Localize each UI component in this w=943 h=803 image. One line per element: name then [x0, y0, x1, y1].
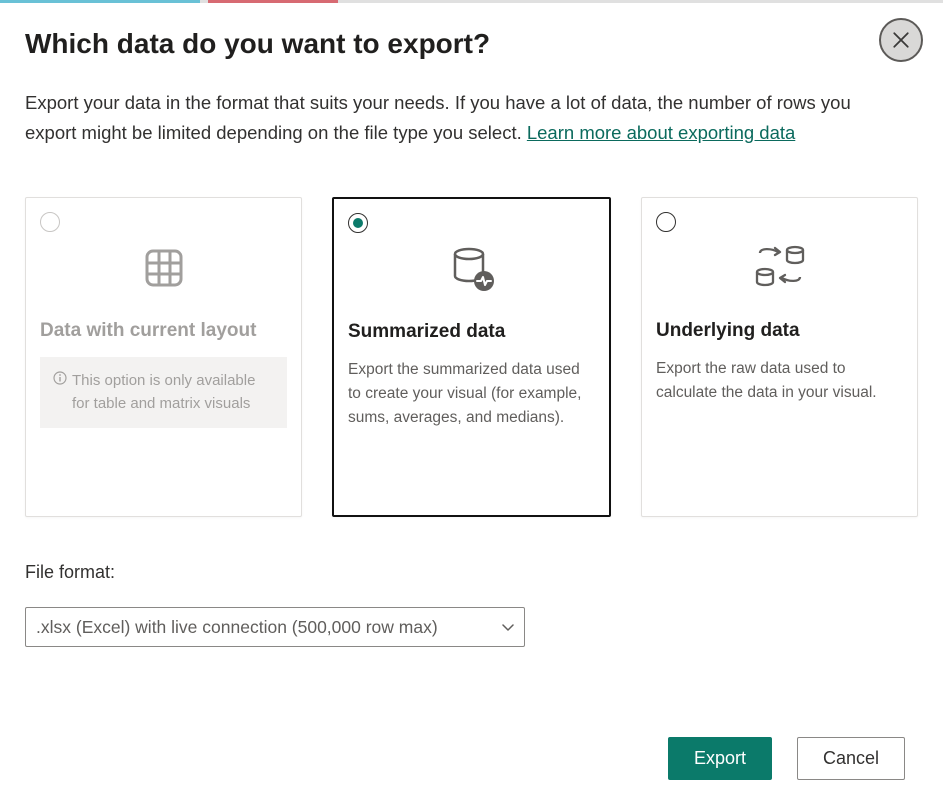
close-button[interactable]: [879, 18, 923, 62]
learn-more-link[interactable]: Learn more about exporting data: [527, 122, 795, 143]
option-current-layout: Data with current layout This option is …: [25, 197, 302, 517]
database-transfer-icon: [656, 240, 903, 295]
radio-summarized-data[interactable]: [348, 213, 368, 233]
file-format-label: File format:: [25, 562, 918, 583]
option-underlying-data[interactable]: Underlying data Export the raw data used…: [641, 197, 918, 517]
database-activity-icon: [348, 241, 595, 296]
option-title: Summarized data: [348, 321, 595, 343]
close-icon: [892, 31, 910, 49]
info-icon: [52, 369, 68, 416]
export-options: Data with current layout This option is …: [25, 197, 918, 517]
option-description: Export the raw data used to calculate th…: [656, 357, 903, 405]
dialog-footer: Export Cancel: [668, 737, 905, 780]
option-title: Data with current layout: [40, 320, 287, 342]
dialog-description: Export your data in the format that suit…: [25, 88, 895, 147]
radio-current-layout: [40, 212, 60, 232]
cancel-button[interactable]: Cancel: [797, 737, 905, 780]
export-button[interactable]: Export: [668, 737, 772, 780]
file-format-select-wrap: .xlsx (Excel) with live connection (500,…: [25, 607, 525, 647]
table-icon: [40, 240, 287, 295]
option-summarized-data[interactable]: Summarized data Export the summarized da…: [332, 197, 611, 517]
option-description: Export the summarized data used to creat…: [348, 358, 595, 430]
export-dialog: Which data do you want to export? Export…: [0, 3, 943, 672]
option-title: Underlying data: [656, 320, 903, 342]
dialog-title: Which data do you want to export?: [25, 28, 918, 60]
option-info-box: This option is only available for table …: [40, 357, 287, 428]
radio-underlying-data[interactable]: [656, 212, 676, 232]
file-format-select[interactable]: .xlsx (Excel) with live connection (500,…: [25, 607, 525, 647]
